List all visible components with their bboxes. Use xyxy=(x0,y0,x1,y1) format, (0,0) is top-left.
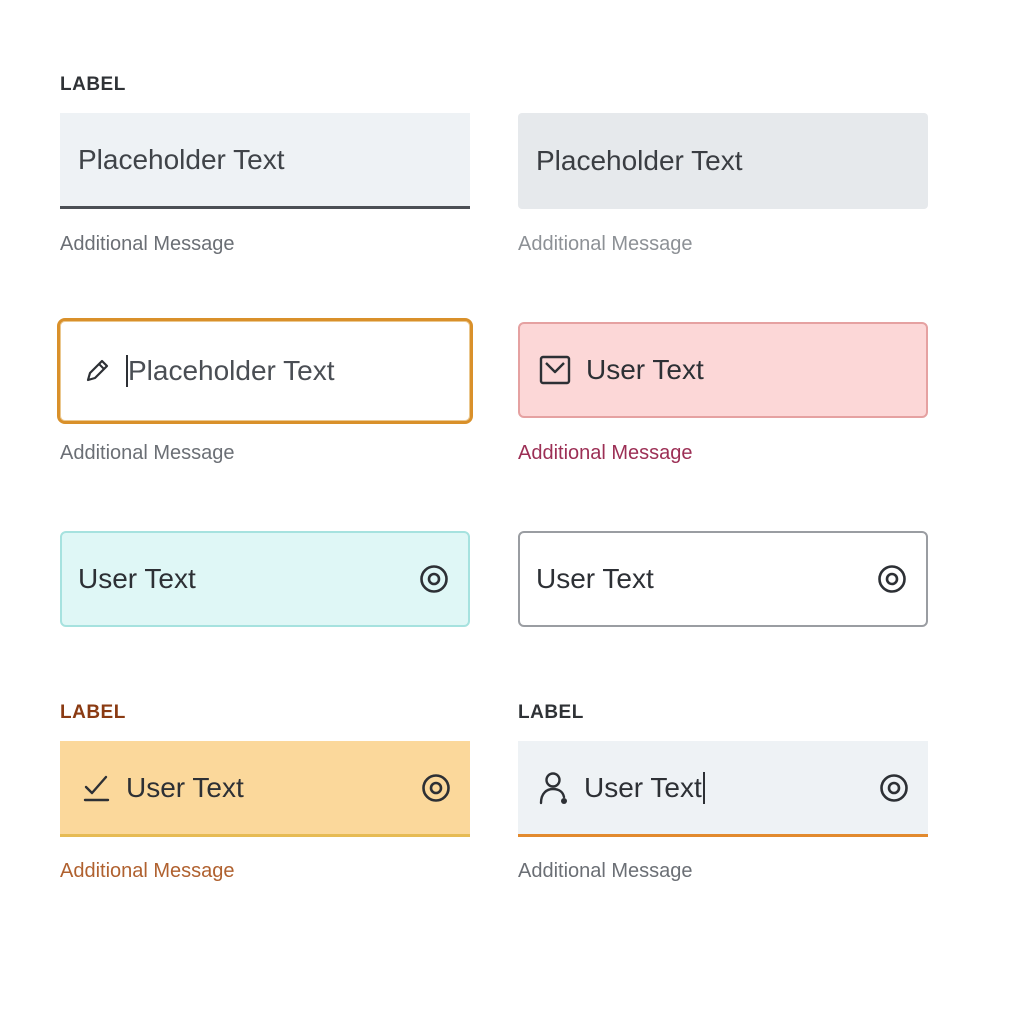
text-input-default[interactable]: Placeholder Text xyxy=(60,113,470,209)
check-underline-icon xyxy=(82,772,112,804)
placeholder-text: Placeholder Text xyxy=(536,145,743,176)
warning-message: Additional Message xyxy=(60,860,235,882)
placeholder-text: Placeholder Text xyxy=(128,355,335,386)
field-label: LABEL xyxy=(60,74,126,95)
text-input-active[interactable]: User Text xyxy=(518,741,928,837)
text-cursor xyxy=(702,771,705,804)
text-input-error[interactable]: User Text xyxy=(518,322,928,418)
mail-icon xyxy=(538,353,572,387)
input-value: User Text xyxy=(586,354,704,385)
text-input-warning[interactable]: User Text xyxy=(60,741,470,837)
input-value: User Text xyxy=(536,563,654,594)
placeholder-text: Placeholder Text xyxy=(78,143,285,175)
user-icon xyxy=(538,770,570,806)
eye-icon[interactable] xyxy=(418,563,450,595)
pencil-icon xyxy=(82,356,112,386)
eye-icon[interactable] xyxy=(876,563,908,595)
helper-message: Additional Message xyxy=(60,233,235,255)
text-input-disabled: Placeholder Text xyxy=(518,113,928,209)
helper-message: Additional Message xyxy=(60,442,235,464)
eye-icon[interactable] xyxy=(420,772,452,804)
text-input-focused[interactable]: Placeholder Text xyxy=(57,318,473,424)
input-value: User Text xyxy=(584,771,702,803)
text-input-success[interactable]: User Text xyxy=(60,531,470,627)
error-message: Additional Message xyxy=(518,442,693,464)
helper-message: Additional Message xyxy=(518,233,693,255)
field-label: LABEL xyxy=(60,702,126,723)
text-input-outlined[interactable]: User Text xyxy=(518,531,928,627)
input-value: User Text xyxy=(126,771,244,803)
field-label: LABEL xyxy=(518,702,584,723)
eye-icon[interactable] xyxy=(878,772,910,804)
helper-message: Additional Message xyxy=(518,860,693,882)
input-value: User Text xyxy=(78,563,196,594)
